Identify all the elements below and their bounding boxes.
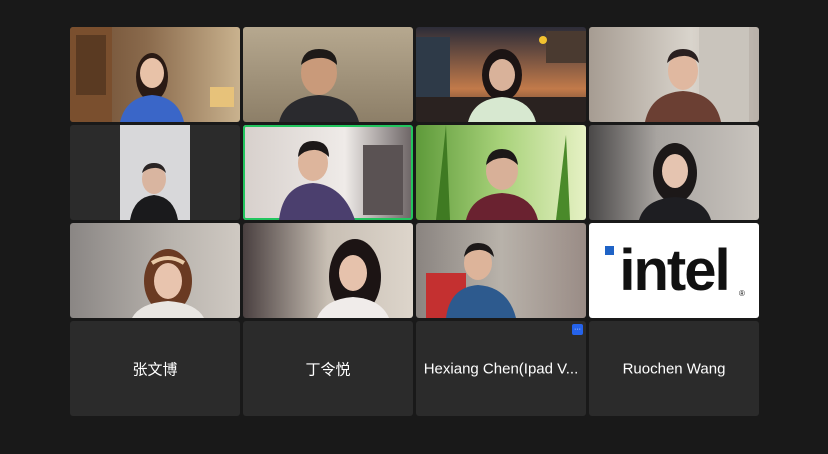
more-options-icon[interactable]: ··· (572, 324, 583, 335)
participant-tile[interactable] (70, 223, 240, 318)
participant-video (120, 125, 190, 220)
intel-logo: intel (619, 238, 730, 303)
participant-tile[interactable] (243, 27, 413, 122)
participant-video (416, 31, 586, 122)
participant-video (426, 243, 516, 318)
participant-name: Ruochen Wang (622, 360, 726, 377)
participant-name: 丁令悦 (305, 361, 351, 378)
participant-tile[interactable] (416, 223, 586, 318)
participant-video (279, 49, 359, 122)
participant-tile[interactable] (70, 27, 240, 122)
participant-tile[interactable] (589, 27, 759, 122)
participant-video (132, 249, 204, 318)
participant-tile-no-video[interactable]: 张文博 (70, 321, 240, 416)
participant-tile[interactable] (416, 125, 586, 220)
participant-tile-active-speaker[interactable] (243, 125, 413, 220)
participant-tile-no-video[interactable]: 丁令悦 (243, 321, 413, 416)
participant-video (279, 141, 403, 220)
participant-video (639, 143, 711, 220)
participant-tile[interactable] (416, 27, 586, 122)
participant-tile[interactable] (589, 125, 759, 220)
participant-video (70, 27, 234, 122)
video-grid: intel ® 张文博 丁令悦 Hexiang Chen(Ipad V... ·… (0, 0, 828, 454)
participant-name: 张文博 (132, 361, 178, 378)
participant-tile[interactable] (243, 223, 413, 318)
participant-tile[interactable] (70, 125, 240, 220)
registered-mark: ® (739, 289, 745, 298)
participant-video (317, 239, 389, 318)
intel-logo-tile[interactable]: intel ® (589, 223, 759, 318)
participant-tile-no-video[interactable]: Hexiang Chen(Ipad V... (416, 321, 586, 416)
participant-video (436, 125, 570, 220)
participant-name: Hexiang Chen(Ipad V... (423, 360, 579, 377)
participant-video (645, 27, 749, 122)
participant-tile-no-video[interactable]: Ruochen Wang (589, 321, 759, 416)
